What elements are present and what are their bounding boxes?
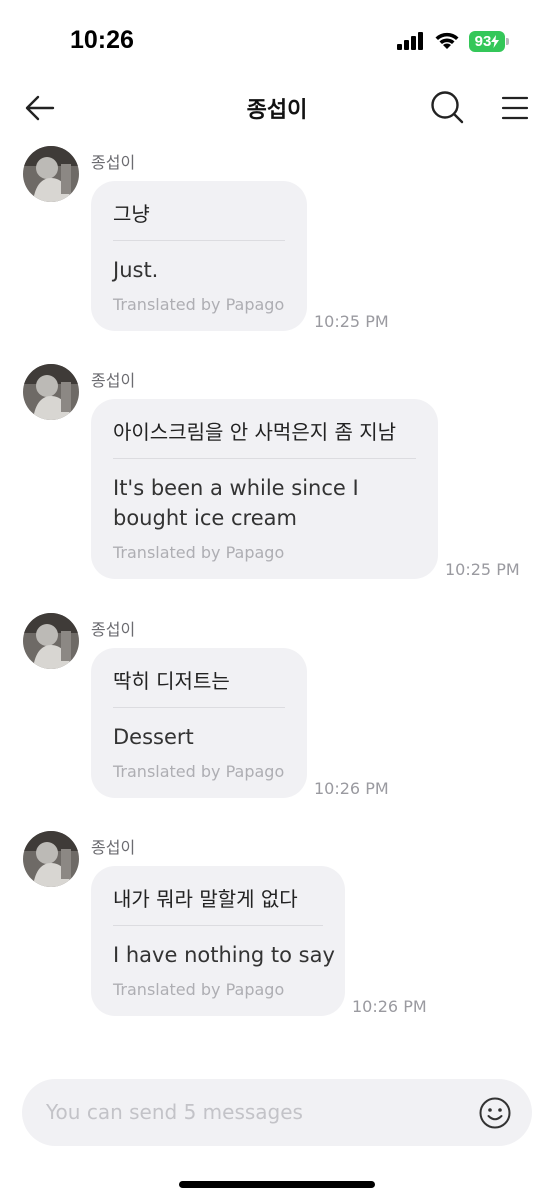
profile-photo-icon <box>23 146 79 202</box>
divider <box>113 925 323 926</box>
battery-indicator: 93 <box>469 31 509 52</box>
divider <box>113 707 285 708</box>
sender-name: 종섭이 <box>91 620 136 639</box>
hamburger-menu-icon <box>501 96 529 120</box>
cellular-signal-icon <box>397 32 423 50</box>
avatar[interactable] <box>23 364 79 420</box>
emoji-button[interactable] <box>478 1096 512 1130</box>
sender-name: 종섭이 <box>91 371 136 390</box>
menu-button[interactable] <box>496 88 534 128</box>
translated-text-line: bought ice cream <box>113 506 297 530</box>
smiley-icon <box>479 1097 511 1129</box>
wifi-icon <box>435 32 459 49</box>
search-icon <box>431 91 464 124</box>
message-bubble[interactable]: 딱히 디저트는 Dessert Translated by Papago <box>91 648 307 798</box>
sender-name: 종섭이 <box>91 153 136 172</box>
translated-text: I have nothing to say <box>113 943 335 967</box>
battery-level: 93 <box>474 33 492 50</box>
message-time: 10:25 PM <box>445 560 520 579</box>
translated-text: It's been a while since I bought ice cre… <box>113 473 359 533</box>
message-time: 10:26 PM <box>314 779 389 798</box>
message-bubble[interactable]: 내가 뭐라 말할게 없다 I have nothing to say Trans… <box>91 866 345 1016</box>
search-button[interactable] <box>426 86 468 128</box>
translation-credit: Translated by Papago <box>113 980 285 999</box>
translation-credit: Translated by Papago <box>113 543 285 562</box>
original-text: 내가 뭐라 말할게 없다 <box>113 887 298 911</box>
translated-text: Just. <box>113 258 159 282</box>
original-text: 그냥 <box>113 202 150 226</box>
original-text: 아이스크림을 안 사먹은지 좀 지남 <box>113 420 397 444</box>
message-input-placeholder: You can send 5 messages <box>46 1100 303 1124</box>
message-time: 10:25 PM <box>314 312 389 331</box>
profile-photo-icon <box>23 613 79 669</box>
message-bubble[interactable]: 그냥 Just. Translated by Papago <box>91 181 307 331</box>
divider <box>113 458 416 459</box>
page-title: 종섭이 <box>246 98 308 123</box>
translation-credit: Translated by Papago <box>113 295 285 314</box>
translated-text-line: It's been a while since I <box>113 476 359 500</box>
chat-header: 종섭이 <box>0 80 554 136</box>
profile-photo-icon <box>23 364 79 420</box>
sender-name: 종섭이 <box>91 838 136 857</box>
home-indicator <box>179 1181 375 1188</box>
status-bar: 10:26 93 <box>0 0 554 80</box>
avatar[interactable] <box>23 146 79 202</box>
translation-credit: Translated by Papago <box>113 762 285 781</box>
message-bubble[interactable]: 아이스크림을 안 사먹은지 좀 지남 It's been a while sin… <box>91 399 438 579</box>
message-time: 10:26 PM <box>352 997 427 1016</box>
status-time: 10:26 <box>70 26 134 54</box>
translated-text: Dessert <box>113 725 194 749</box>
divider <box>113 240 285 241</box>
profile-photo-icon <box>23 831 79 887</box>
original-text: 딱히 디저트는 <box>113 669 230 693</box>
message-input[interactable]: You can send 5 messages <box>22 1079 532 1146</box>
avatar[interactable] <box>23 613 79 669</box>
avatar[interactable] <box>23 831 79 887</box>
charging-bolt-icon <box>491 35 500 48</box>
